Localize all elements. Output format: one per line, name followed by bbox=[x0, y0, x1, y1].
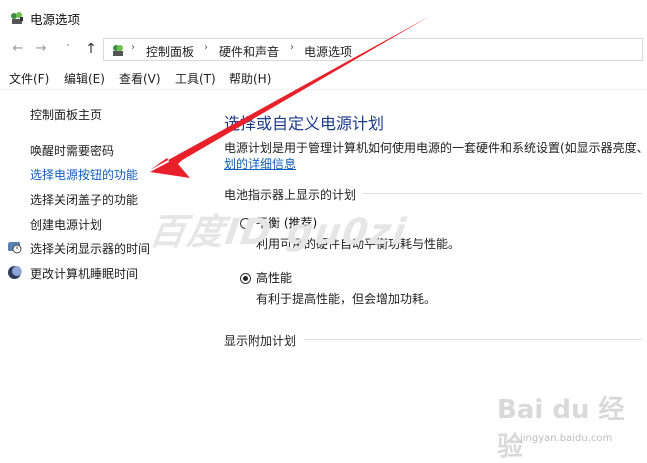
annotation-arrow-icon bbox=[150, 16, 430, 178]
